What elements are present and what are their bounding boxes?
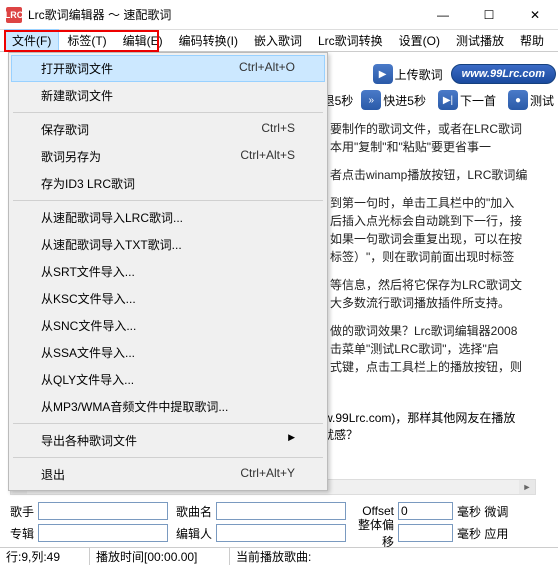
menu-separator [13,112,323,113]
menu-edit[interactable]: 编辑(E) [115,29,171,52]
menu-help[interactable]: 帮助 [512,29,552,52]
title-label: 歌曲名 [172,503,212,520]
test-button[interactable]: ●测试 [504,88,558,112]
editor-input[interactable] [216,524,346,542]
wholeoffset-input[interactable] [398,524,453,542]
close-button[interactable]: ✕ [512,0,558,29]
upload-icon: ▶ [373,64,393,84]
menu-settings[interactable]: 设置(O) [391,29,448,52]
menu-item[interactable]: 新建歌词文件 [11,82,325,109]
menu-item[interactable]: 从SNC文件导入... [11,312,325,339]
title-input[interactable] [216,502,346,520]
album-label: 专辑 [4,525,34,542]
editor-content[interactable]: 要制作的歌词文件，或者在LRC歌词本用"复制"和"粘贴"要更省事一 者点击win… [330,120,554,386]
cursor-position: 行:9,列:49 [0,548,90,565]
ms-label-1: 毫秒 微调 [457,503,508,520]
maximize-button[interactable]: ☐ [466,0,512,29]
current-song: 当前播放歌曲: [230,548,558,565]
minimize-button[interactable]: — [420,0,466,29]
menu-testplay[interactable]: 测试播放 [448,29,512,52]
menu-item[interactable]: 存为ID3 LRC歌词 [11,170,325,197]
menu-separator [13,457,323,458]
menu-tags[interactable]: 标签(T) [59,29,114,52]
menu-item[interactable]: 从MP3/WMA音频文件中提取歌词... [11,393,325,420]
forward5-button[interactable]: »快进5秒 [357,88,430,112]
menu-file[interactable]: 文件(F) [4,29,59,52]
offset-input[interactable] [398,502,453,520]
upload-label: 上传歌词 [395,66,443,83]
menu-item[interactable]: 打开歌词文件Ctrl+Alt+O [11,55,325,82]
menu-item[interactable]: 从SSA文件导入... [11,339,325,366]
scroll-right-icon[interactable]: ► [519,480,535,494]
wholeoffset-label: 整体偏移 [350,516,394,550]
app-icon: LRC [6,7,22,23]
statusbar: 行:9,列:49 播放时间[00:00.00] 当前播放歌曲: [0,547,558,565]
menu-item[interactable]: 从SRT文件导入... [11,258,325,285]
submenu-arrow-icon: ▶ [288,432,295,449]
play-time: 播放时间[00:00.00] [90,548,230,565]
upload-lyrics-button[interactable]: ▶ 上传歌词 [369,62,447,86]
menubar: 文件(F) 标签(T) 编辑(E) 编码转换(I) 嵌入歌词 Lrc歌词转换 设… [0,30,558,52]
menu-embed[interactable]: 嵌入歌词 [246,29,310,52]
record-icon: ● [508,90,528,110]
file-dropdown: 打开歌词文件Ctrl+Alt+O新建歌词文件保存歌词Ctrl+S歌词另存为Ctr… [8,52,328,491]
website-link[interactable]: www.99Lrc.com [451,64,556,84]
editor-label: 编辑人 [172,525,212,542]
toolbar-player-row: 退5秒 »快进5秒 ▶|下一首 ●测试 [323,88,558,112]
menu-item[interactable]: 歌词另存为Ctrl+Alt+S [11,143,325,170]
titlebar: LRC Lrc歌词编辑器 ～ 速配歌词 — ☐ ✕ [0,0,558,30]
metadata-form: 歌手 歌曲名 Offset 毫秒 微调 专辑 编辑人 整体偏移 毫秒 应用 [4,501,554,545]
menu-convert[interactable]: Lrc歌词转换 [310,29,391,52]
ms-label-2: 毫秒 应用 [457,525,508,542]
menu-separator [13,200,323,201]
menu-item[interactable]: 从KSC文件导入... [11,285,325,312]
album-input[interactable] [38,524,168,542]
menu-item[interactable]: 导出各种歌词文件▶ [11,427,325,454]
menu-item[interactable]: 从速配歌词导入TXT歌词... [11,231,325,258]
fastforward-icon: » [361,90,381,110]
singer-label: 歌手 [4,503,34,520]
singer-input[interactable] [38,502,168,520]
window-controls: — ☐ ✕ [420,0,558,29]
next-button[interactable]: ▶|下一首 [434,88,500,112]
menu-item[interactable]: 从QLY文件导入... [11,366,325,393]
window-title: Lrc歌词编辑器 ～ 速配歌词 [28,6,420,23]
menu-item[interactable]: 保存歌词Ctrl+S [11,116,325,143]
menu-separator [13,423,323,424]
menu-encoding[interactable]: 编码转换(I) [171,29,246,52]
next-icon: ▶| [438,90,458,110]
menu-item[interactable]: 退出Ctrl+Alt+Y [11,461,325,488]
menu-item[interactable]: 从速配歌词导入LRC歌词... [11,204,325,231]
